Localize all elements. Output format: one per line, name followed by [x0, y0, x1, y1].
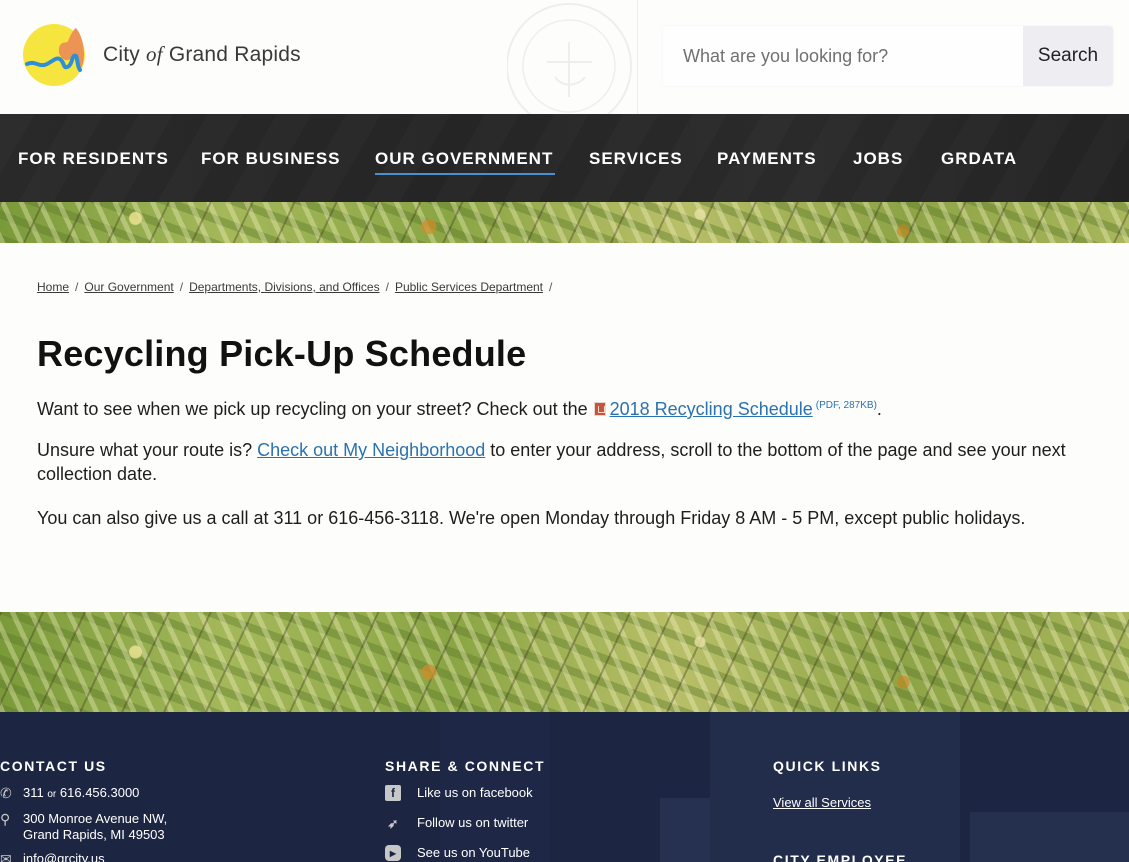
nav-item-for-residents[interactable]: FOR RESIDENTS — [18, 149, 169, 169]
youtube-icon[interactable]: ▶ — [385, 845, 401, 861]
nav-item-services[interactable]: SERVICES — [589, 149, 683, 169]
footer-heading-city-employee: CITY EMPLOYEE — [773, 852, 908, 862]
nav-item-payments[interactable]: PAYMENTS — [717, 149, 817, 169]
footer-address-line1: 300 Monroe Avenue NW, — [23, 811, 168, 826]
location-pin-icon: ⚲ — [0, 811, 11, 827]
site-footer: CONTACT US ✆ 311 or 616.456.3000 ⚲ 300 M… — [0, 712, 1129, 862]
skyline-building — [970, 812, 1129, 862]
brand-prefix: City — [103, 43, 140, 66]
city-logo-icon[interactable] — [23, 24, 85, 86]
recycling-schedule-pdf-link[interactable]: 2018 Recycling Schedule — [610, 399, 813, 419]
paragraph-text: Unsure what your route is? — [37, 440, 253, 460]
page-title: Recycling Pick-Up Schedule — [37, 333, 527, 374]
main-navigation: FOR RESIDENTS FOR BUSINESS OUR GOVERNMEN… — [0, 114, 1129, 202]
footer-email-link[interactable]: info@grcity.us — [23, 851, 105, 862]
schedule-paragraph: Want to see when we pick up recycling on… — [37, 394, 1107, 421]
breadcrumb-separator: / — [549, 280, 553, 294]
breadcrumb-home[interactable]: Home — [37, 280, 69, 294]
nav-item-for-business[interactable]: FOR BUSINESS — [201, 149, 341, 169]
brand-suffix: Grand Rapids — [168, 43, 301, 66]
facebook-link[interactable]: Like us on facebook — [417, 785, 533, 801]
pdf-file-meta: (PDF, 287KB) — [815, 400, 877, 411]
phone-icon: ✆ — [0, 785, 12, 801]
twitter-icon[interactable]: ➶ — [385, 815, 401, 831]
my-neighborhood-link[interactable]: Check out My Neighborhood — [257, 440, 485, 460]
paragraph-text: Want to see when we pick up recycling on… — [37, 399, 588, 419]
contact-paragraph: You can also give us a call at 311 or 61… — [37, 508, 1026, 528]
footer-address-line2: Grand Rapids, MI 49503 — [23, 827, 165, 842]
breadcrumb-our-government[interactable]: Our Government — [84, 280, 173, 294]
pdf-icon — [593, 402, 606, 416]
brand-of: of — [146, 42, 163, 66]
footer-phone[interactable]: 311 or 616.456.3000 — [23, 785, 139, 803]
search-button[interactable]: Search — [1023, 26, 1113, 86]
nav-item-our-government[interactable]: OUR GOVERNMENT — [375, 149, 556, 175]
breadcrumb-departments[interactable]: Departments, Divisions, and Offices — [189, 280, 380, 294]
twitter-link[interactable]: Follow us on twitter — [417, 815, 528, 831]
header-divider — [637, 0, 638, 114]
nav-item-grdata[interactable]: GRDATA — [941, 149, 1017, 169]
paragraph-text: . — [876, 399, 882, 419]
search-input[interactable] — [663, 26, 1023, 86]
search-form: Search — [663, 26, 1113, 86]
route-paragraph: Unsure what your route is? Check out My … — [37, 438, 1107, 486]
email-icon: ✉ — [0, 851, 12, 862]
breadcrumb-separator: / — [75, 280, 79, 294]
skyline-building — [710, 712, 960, 862]
city-seal-watermark-icon — [507, 3, 632, 114]
breadcrumb-separator: / — [385, 280, 389, 294]
youtube-link[interactable]: See us on YouTube — [417, 845, 530, 861]
footer-heading-share: SHARE & CONNECT — [385, 758, 546, 774]
view-all-services-link[interactable]: View all Services — [773, 795, 871, 811]
site-header: City of Grand Rapids Search — [0, 0, 1129, 114]
skyline-building — [660, 798, 710, 862]
site-brand-name[interactable]: City of Grand Rapids — [103, 42, 301, 67]
hero-foliage-banner-top — [0, 202, 1129, 243]
breadcrumb-separator: / — [179, 280, 184, 294]
facebook-icon[interactable]: f — [385, 785, 401, 801]
breadcrumb: Home / Our Government / Departments, Divisio… — [37, 280, 558, 294]
phone-main: 311 — [23, 785, 44, 800]
nav-item-jobs[interactable]: JOBS — [853, 149, 903, 169]
phone-alt: 616.456.3000 — [59, 785, 140, 800]
footer-heading-quick-links: QUICK LINKS — [773, 758, 882, 774]
breadcrumb-public-services[interactable]: Public Services Department — [395, 280, 543, 294]
hero-foliage-banner-bottom — [0, 612, 1129, 712]
footer-heading-contact: CONTACT US — [0, 758, 107, 774]
phone-or: or — [47, 789, 57, 800]
